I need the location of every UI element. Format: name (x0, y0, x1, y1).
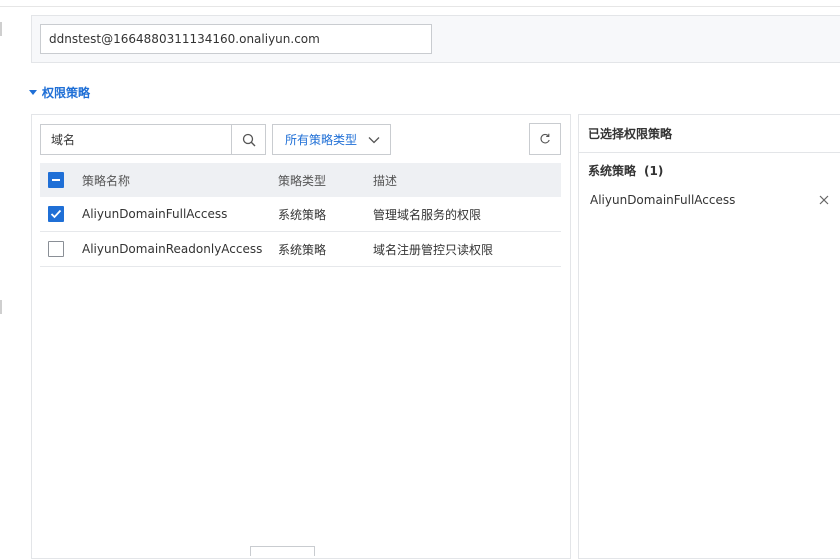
selected-policy-item: AliyunDomainFullAccess (590, 192, 830, 208)
remove-selected-button[interactable] (818, 194, 830, 206)
group-label: 系统策略 (588, 164, 637, 178)
header-desc: 描述 (373, 173, 398, 188)
search-button[interactable] (231, 125, 265, 154)
selected-policies-panel (578, 114, 840, 559)
refresh-icon (540, 133, 550, 144)
bottom-control-edge (250, 546, 315, 556)
policy-name: AliyunDomainFullAccess (82, 207, 228, 221)
top-divider (0, 6, 840, 7)
left-edge-mark (0, 22, 2, 36)
header-type: 策略类型 (278, 173, 327, 188)
group-count: (1) (644, 164, 664, 178)
policy-desc: 管理域名服务的权限 (373, 207, 482, 222)
policy-type: 系统策略 (278, 207, 327, 222)
table-row[interactable]: AliyunDomainFullAccess 系统策略 管理域名服务的权限 (40, 197, 561, 232)
policy-name: AliyunDomainReadonlyAccess (82, 242, 263, 256)
select-all-checkbox[interactable] (48, 172, 64, 188)
policy-section-title: 权限策略 (42, 85, 91, 100)
chevron-down-icon (368, 136, 380, 143)
table-header: 策略名称 策略类型 描述 (40, 163, 561, 197)
policy-type: 系统策略 (278, 242, 327, 257)
principal-field[interactable]: ddnstest@1664880311134160.onaliyun.com (40, 24, 432, 54)
table-row[interactable]: AliyunDomainReadonlyAccess 系统策略 域名注册管控只读… (40, 232, 561, 267)
header-name: 策略名称 (82, 173, 131, 188)
row-checkbox[interactable] (48, 241, 64, 257)
indeterminate-checkbox-icon (48, 172, 64, 188)
close-icon (819, 195, 829, 205)
selected-group-title: 系统策略 (1) (588, 162, 663, 179)
caret-down-icon (29, 89, 37, 95)
policy-section-toggle[interactable]: 权限策略 (29, 84, 90, 100)
selected-policy-name: AliyunDomainFullAccess (590, 193, 736, 207)
refresh-button[interactable] (529, 123, 561, 155)
policy-desc: 域名注册管控只读权限 (373, 242, 494, 257)
left-edge-mark (0, 300, 2, 314)
search-input[interactable] (41, 125, 231, 154)
policy-type-label: 所有策略类型 (285, 133, 358, 147)
row-checkbox[interactable] (48, 206, 64, 222)
policy-search (40, 124, 266, 155)
selected-panel-title: 已选择权限策略 (579, 115, 840, 153)
search-icon (242, 133, 255, 146)
checkbox-checked-icon (48, 206, 64, 222)
policy-type-select[interactable]: 所有策略类型 (272, 124, 391, 155)
checkbox-unchecked-icon (48, 241, 64, 257)
policy-table: 策略名称 策略类型 描述 AliyunDomainFullAccess 系统策略… (40, 163, 561, 267)
